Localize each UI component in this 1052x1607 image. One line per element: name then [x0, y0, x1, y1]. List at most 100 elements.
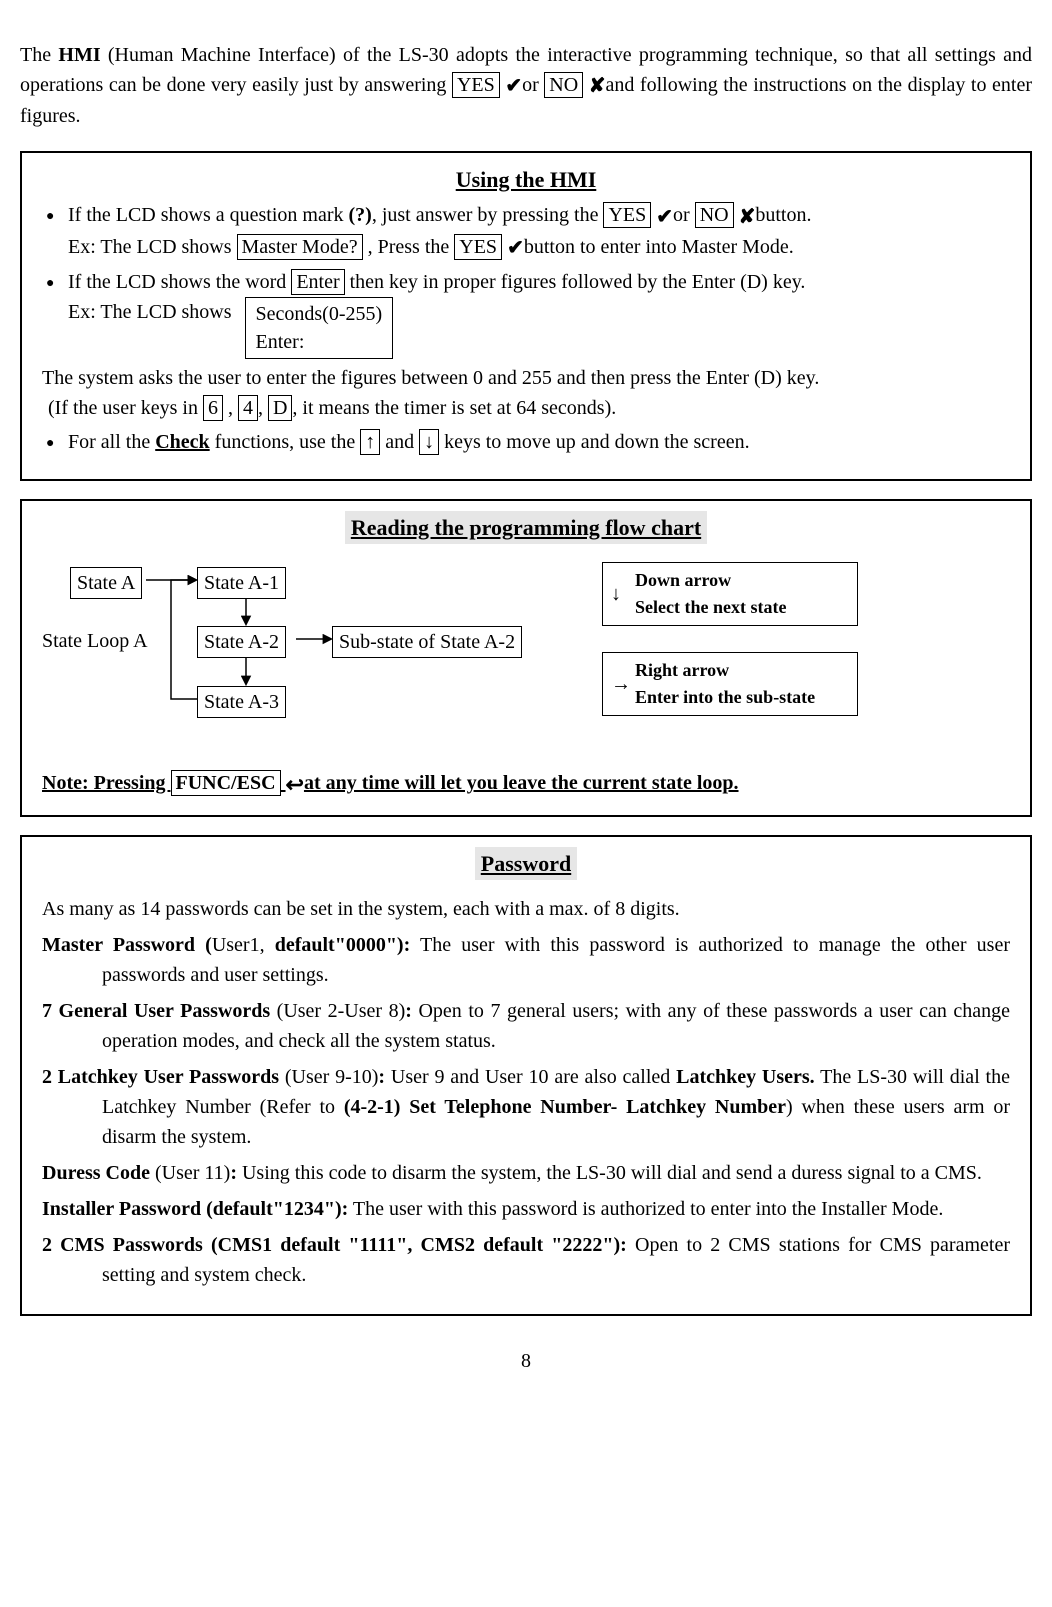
- lcd-line1: Seconds(0-255): [256, 300, 383, 328]
- master-mode-lcd: Master Mode?: [237, 234, 363, 260]
- flow-arrows-svg: [42, 562, 1010, 762]
- t: (?): [349, 204, 372, 226]
- t: User 9 and User 10 are also called: [385, 1066, 676, 1088]
- flow-title: Reading the programming flow chart: [345, 511, 707, 544]
- page-number: 8: [20, 1346, 1032, 1376]
- down-arrow-icon: ↓: [611, 579, 621, 609]
- pw-cms: 2 CMS Passwords (CMS1 default "1111", CM…: [42, 1230, 1010, 1290]
- t: Select the next state: [635, 594, 845, 621]
- hmi-if-line: (If the user keys in 6 , 4, D, it means …: [42, 393, 1010, 423]
- t: button.: [755, 204, 811, 226]
- check-icon: ✔: [507, 233, 524, 263]
- t: If the LCD shows a question mark: [68, 204, 349, 226]
- t: The user with this password is authorize…: [348, 1198, 943, 1220]
- t: , it means the timer is set at 64 second…: [292, 397, 616, 419]
- flowchart-section: Reading the programming flow chart State…: [20, 499, 1032, 817]
- no-key: NO: [544, 72, 583, 98]
- pw-title: Password: [475, 847, 577, 880]
- t: 7 General User Passwords: [42, 1000, 270, 1022]
- hmi-bullet-3: For all the Check functions, use the ↑ a…: [68, 427, 1010, 457]
- hmi-title: Using the HMI: [456, 167, 597, 192]
- t: (User 2-User 8): [270, 1000, 405, 1022]
- t: User1,: [212, 934, 275, 956]
- yes-key: YES: [454, 234, 502, 260]
- t: 2 Latchkey User Passwords: [42, 1066, 279, 1088]
- t: Ex: The LCD shows: [68, 236, 237, 258]
- state-A1: State A-1: [197, 567, 286, 599]
- t: or: [522, 74, 544, 96]
- t: then key in proper figures followed by t…: [345, 271, 806, 293]
- pw-installer: Installer Password (default"1234"): The …: [42, 1194, 1010, 1224]
- legend-right: → Right arrow Enter into the sub-state: [602, 652, 858, 716]
- t: (4-2-1) Set Telephone Number- Latchkey N…: [344, 1096, 786, 1118]
- t: (User 9-10): [279, 1066, 378, 1088]
- yes-key: YES: [452, 72, 500, 98]
- t: (User 11): [150, 1162, 230, 1184]
- t: Duress Code: [42, 1162, 150, 1184]
- x-icon: ✘: [589, 71, 606, 101]
- pw-intro: As many as 14 passwords can be set in th…: [42, 894, 1010, 924]
- t: Using this code to disarm the system, th…: [237, 1162, 982, 1184]
- t: :: [405, 1000, 412, 1022]
- hmi-term: HMI: [58, 44, 100, 66]
- t: at any time will let you leave the curre…: [304, 772, 739, 794]
- hmi-bullet-2: If the LCD shows the word Enter then key…: [68, 267, 1010, 359]
- state-A3: State A-3: [197, 686, 286, 718]
- flow-diagram: State A State A-1 State A-2 State A-3 Su…: [42, 562, 1010, 762]
- t: keys to move up and down the screen.: [439, 431, 749, 453]
- t: and: [380, 431, 419, 453]
- t: For all the: [68, 431, 155, 453]
- intro-paragraph: The HMI (Human Machine Interface) of the…: [20, 40, 1032, 131]
- t: Latchkey Users.: [676, 1066, 815, 1088]
- password-section: Password As many as 14 passwords can be …: [20, 835, 1032, 1316]
- state-A: State A: [70, 567, 142, 599]
- t: 2 CMS Passwords (CMS1 default "1111", CM…: [42, 1234, 627, 1256]
- t: The: [20, 44, 58, 66]
- t: functions, use the: [210, 431, 361, 453]
- x-icon: ✘: [739, 202, 756, 232]
- pw-latchkey: 2 Latchkey User Passwords (User 9-10): U…: [42, 1062, 1010, 1152]
- lcd-display: Seconds(0-255) Enter:: [245, 297, 394, 359]
- key-6: 6: [203, 395, 223, 421]
- t: or: [673, 204, 695, 226]
- t: ,: [223, 397, 238, 419]
- no-key: NO: [695, 202, 734, 228]
- pw-general: 7 General User Passwords (User 2-User 8)…: [42, 996, 1010, 1056]
- t: , just answer by pressing the: [372, 204, 604, 226]
- t: , Press the: [363, 236, 455, 258]
- t: button to enter into Master Mode.: [524, 236, 794, 258]
- lcd-line2: Enter:: [256, 328, 383, 356]
- substate-A2: Sub-state of State A-2: [332, 626, 522, 658]
- t: ,: [258, 397, 268, 419]
- check-term: Check: [155, 431, 209, 453]
- legend-down: ↓ Down arrow Select the next state: [602, 562, 858, 626]
- hmi-bullet-1: If the LCD shows a question mark (?), ju…: [68, 200, 1010, 263]
- t: :: [230, 1162, 237, 1184]
- hmi-sys-line: The system asks the user to enter the fi…: [42, 363, 1010, 393]
- t: Right arrow: [635, 657, 845, 684]
- hmi-section: Using the HMI If the LCD shows a questio…: [20, 151, 1032, 481]
- yes-key: YES: [603, 202, 651, 228]
- return-icon: ↩: [286, 768, 304, 801]
- key-4: 4: [238, 395, 258, 421]
- up-arrow-key: ↑: [360, 429, 380, 455]
- t: Enter into the sub-state: [635, 684, 845, 711]
- right-arrow-icon: →: [611, 669, 631, 699]
- state-loop-label: State Loop A: [42, 626, 148, 656]
- t: Ex: The LCD shows: [68, 301, 232, 323]
- t: Installer Password (default"1234"):: [42, 1198, 348, 1220]
- t: Note: Pressing: [42, 772, 171, 794]
- t: default"0000"):: [275, 934, 411, 956]
- check-icon: ✔: [505, 71, 522, 101]
- t: Master Password (: [42, 934, 212, 956]
- check-icon: ✔: [656, 202, 673, 232]
- flow-note: Note: Pressing FUNC/ESC ↩at any time wil…: [42, 768, 1010, 801]
- state-A2: State A-2: [197, 626, 286, 658]
- func-esc-key: FUNC/ESC: [171, 770, 281, 796]
- pw-duress: Duress Code (User 11): Using this code t…: [42, 1158, 1010, 1188]
- t: Down arrow: [635, 567, 845, 594]
- t: If the LCD shows the word: [68, 271, 291, 293]
- key-D: D: [268, 395, 292, 421]
- enter-word: Enter: [291, 269, 344, 295]
- t: (If the user keys in: [48, 397, 203, 419]
